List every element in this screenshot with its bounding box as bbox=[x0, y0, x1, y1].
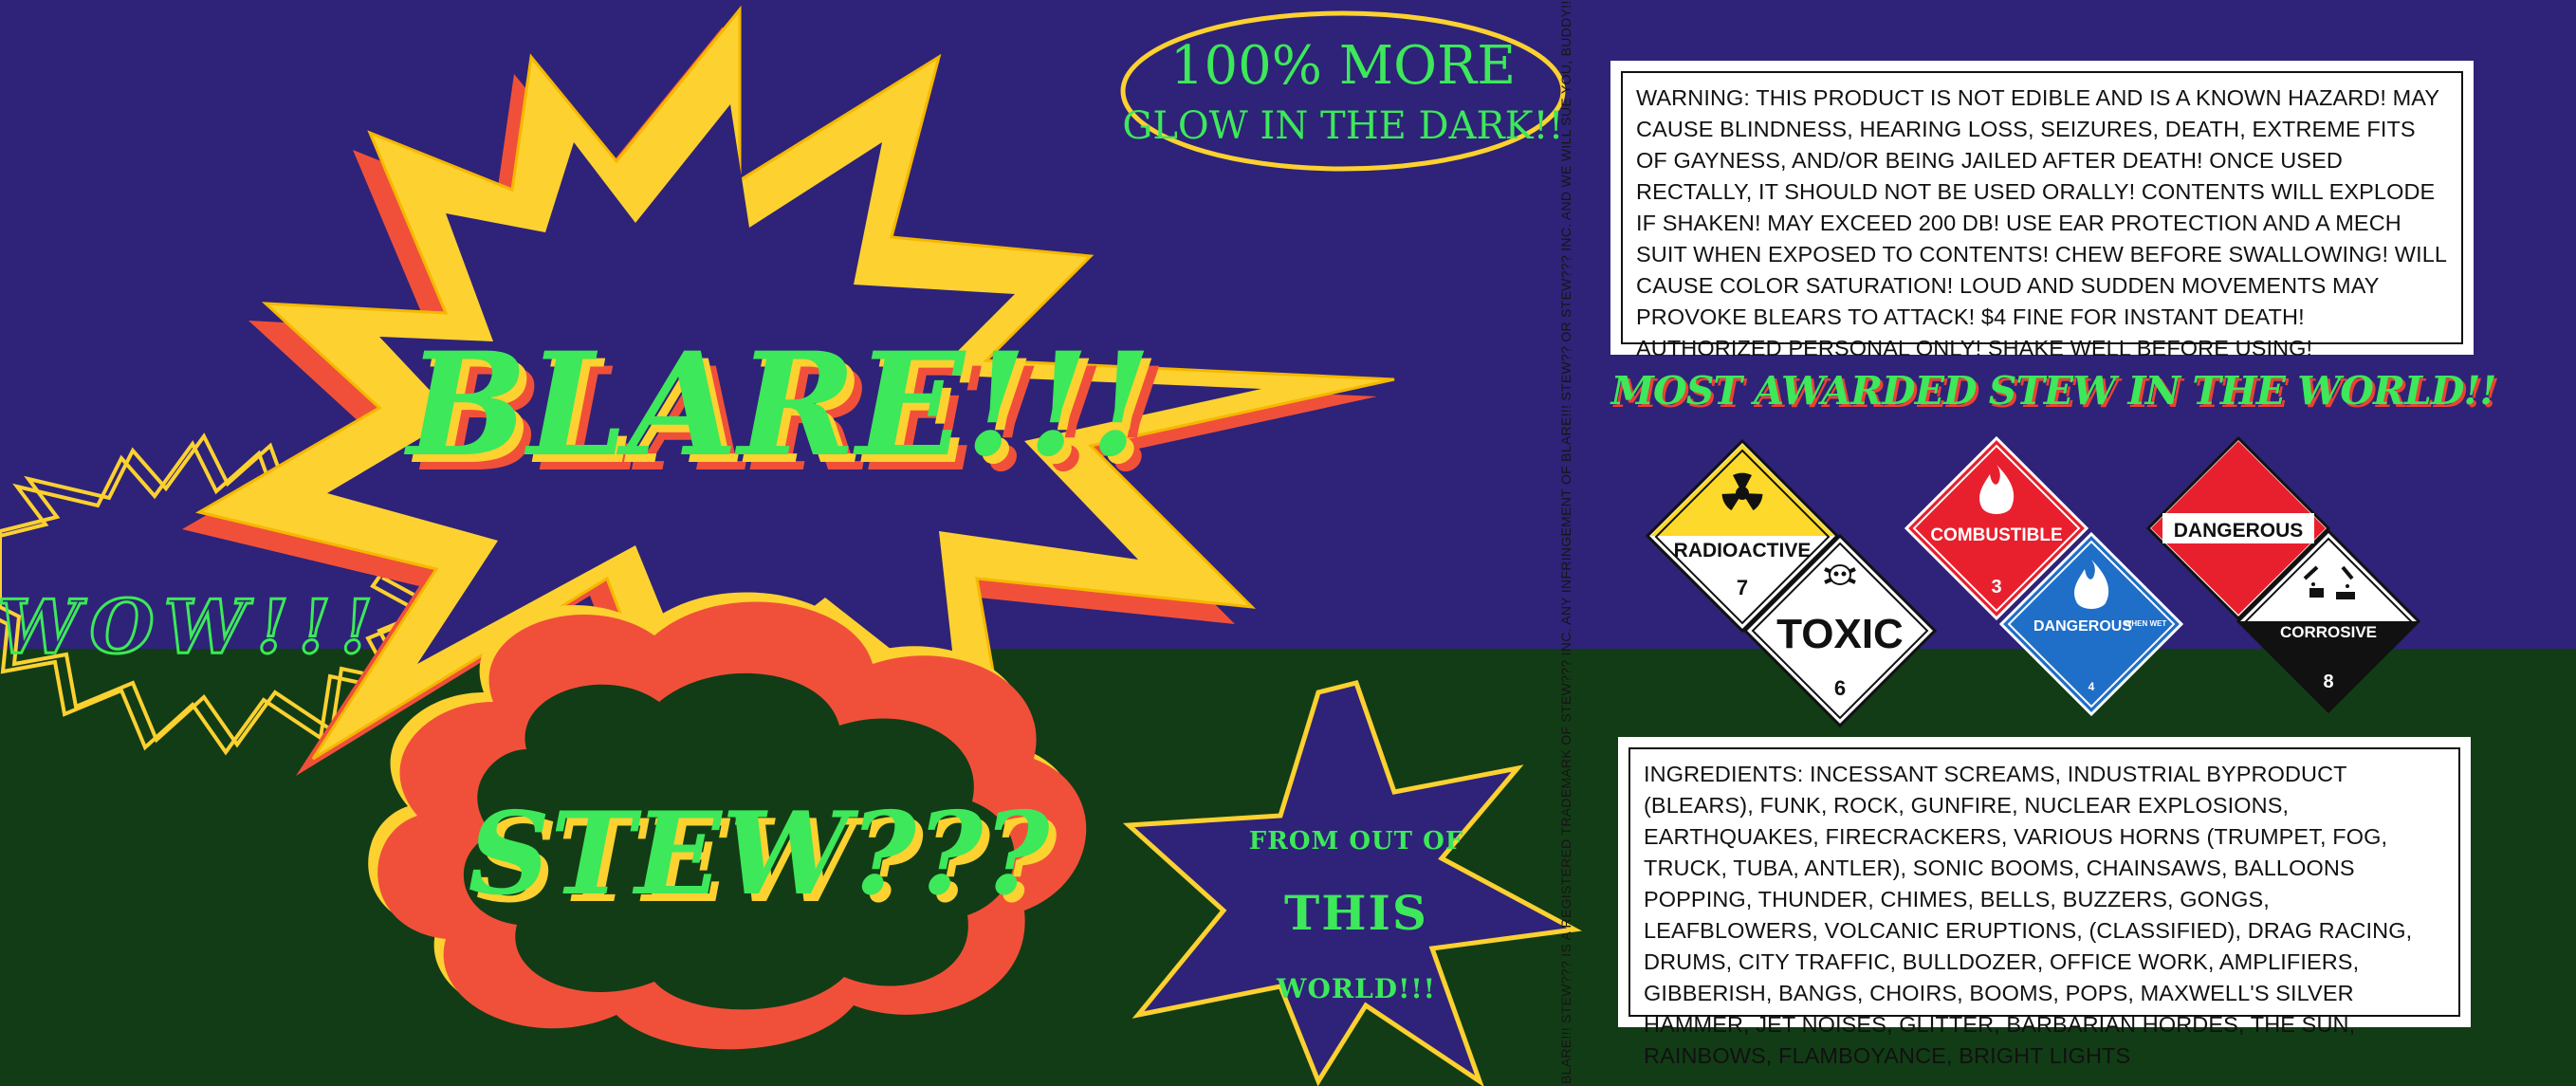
svg-text:4: 4 bbox=[2088, 680, 2095, 693]
svg-text:GLOW IN THE DARK!!: GLOW IN THE DARK!! bbox=[1122, 104, 1563, 148]
svg-text:100% MORE: 100% MORE bbox=[1170, 35, 1516, 97]
svg-text:BLARE!!!: BLARE!!! bbox=[403, 322, 1151, 488]
blare-title: BLARE!!! BLARE!!! BLARE!!! bbox=[403, 322, 1167, 504]
svg-text:THIS: THIS bbox=[1284, 885, 1428, 941]
svg-text:7: 7 bbox=[1737, 576, 1748, 599]
svg-text:TOXIC: TOXIC bbox=[1776, 611, 1904, 657]
origin-star: FROM OUT OF THIS WORLD!!! bbox=[1122, 680, 1583, 1086]
ingredients-box: INGREDIENTS: INCESSANT SCREAMS, INDUSTRI… bbox=[1618, 737, 2471, 1068]
stew-title: STEW??? STEW??? bbox=[468, 787, 1058, 929]
award-banner: MOST AWARDED STEW IN THE WORLD!! bbox=[1610, 368, 2497, 414]
svg-text:WORLD!!!: WORLD!!! bbox=[1276, 973, 1436, 1004]
warning-text: WARNING: THIS PRODUCT IS NOT EDIBLE AND … bbox=[1621, 71, 2463, 360]
svg-text:STEW???: STEW??? bbox=[468, 787, 1051, 921]
warning-box: WARNING: THIS PRODUCT IS NOT EDIBLE AND … bbox=[1610, 61, 2474, 360]
svg-text:3: 3 bbox=[1991, 577, 2001, 598]
svg-text:COMBUSTIBLE: COMBUSTIBLE bbox=[1930, 525, 2062, 545]
svg-text:FROM OUT OF: FROM OUT OF bbox=[1249, 827, 1463, 856]
svg-text:RADIOACTIVE: RADIOACTIVE bbox=[1674, 540, 1812, 561]
svg-text:DANGEROUS: DANGEROUS bbox=[2174, 520, 2304, 542]
svg-text:8: 8 bbox=[2323, 672, 2333, 692]
svg-text:DANGEROUS: DANGEROUS bbox=[2033, 618, 2132, 635]
svg-text:CORROSIVE: CORROSIVE bbox=[2280, 623, 2377, 641]
wow-text: WOW!!! bbox=[0, 584, 382, 671]
ingredients-text: INGREDIENTS: INCESSANT SCREAMS, INDUSTRI… bbox=[1628, 747, 2460, 1068]
trademark-spine-text: BLARE!!! STEW??? IS A REGISTERED TRADEMA… bbox=[1558, 0, 1573, 1084]
glow-badge: 100% MORE GLOW IN THE DARK!! bbox=[1120, 10, 1566, 172]
svg-text:6: 6 bbox=[1834, 676, 1846, 700]
svg-text:WHEN WET: WHEN WET bbox=[2125, 619, 2167, 628]
